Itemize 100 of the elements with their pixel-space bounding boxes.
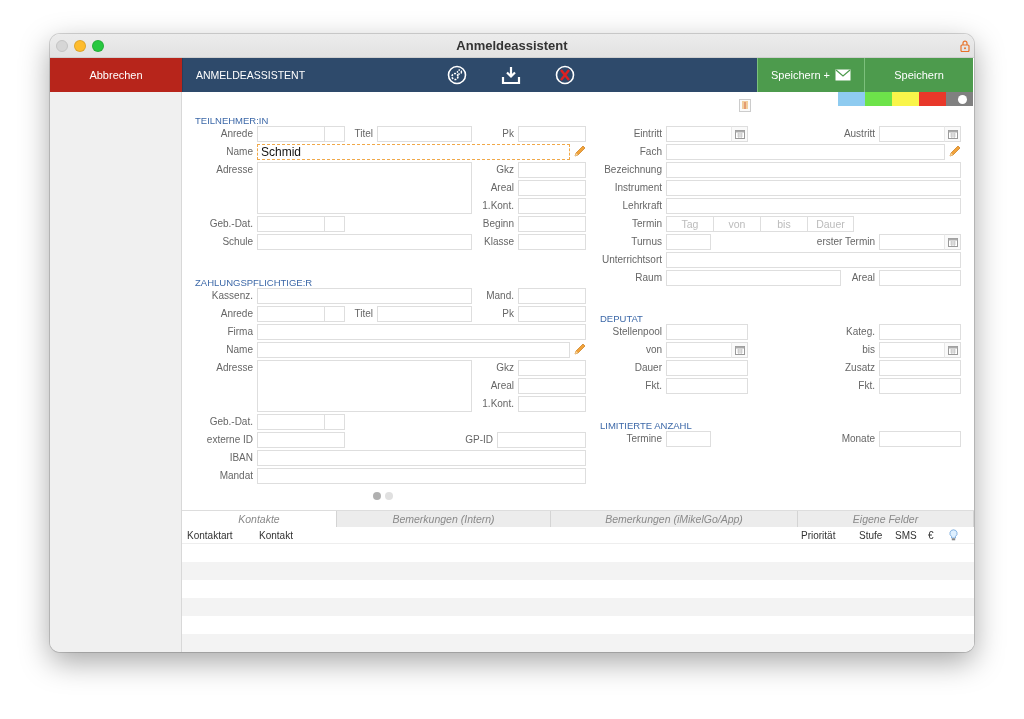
tab[interactable]: Eigene Felder [798,511,974,527]
text-field[interactable] [666,162,961,178]
field-label: von [645,343,663,357]
page-dot[interactable] [385,492,393,500]
text-field[interactable]: bis [760,216,807,232]
date-field[interactable] [879,342,945,358]
gears-button[interactable] [446,64,468,86]
field-label: Raum [635,271,663,285]
text-field[interactable] [666,252,961,268]
text-field[interactable] [879,431,961,447]
text-field[interactable] [257,126,325,142]
name-field[interactable] [257,342,570,358]
field-label: Zusatz [845,361,876,375]
field-label: Fkt. [645,379,663,393]
text-field[interactable] [666,198,961,214]
tab[interactable]: Bemerkungen (iMikelGo/App) [551,511,798,527]
download-button[interactable] [500,64,522,86]
calendar-button[interactable] [732,126,748,142]
column-header: € [928,529,934,541]
calendar-button[interactable] [945,126,961,142]
name-field[interactable]: Schmid [257,144,570,160]
suffix-field[interactable] [325,306,345,322]
calendar-button[interactable] [732,342,748,358]
text-field[interactable] [257,468,586,484]
color-tag[interactable] [946,92,973,106]
text-field[interactable] [518,360,586,376]
field-label: Areal [490,181,515,195]
text-field[interactable] [666,270,841,286]
field-label: Kateg. [846,325,876,339]
color-tag[interactable] [892,92,919,106]
text-field[interactable] [879,360,961,376]
text-field[interactable] [666,378,748,394]
field-label: Termine [626,432,663,446]
address-field[interactable] [257,162,472,214]
save-button[interactable]: Speichern [864,58,973,92]
pencil-icon[interactable] [573,343,586,356]
field-label: Adresse [216,163,254,177]
calendar-button[interactable] [945,342,961,358]
text-field[interactable] [377,306,472,322]
text-field[interactable] [518,288,586,304]
text-field[interactable] [518,396,586,412]
text-field[interactable] [879,378,961,394]
tab[interactable]: Bemerkungen (Intern) [337,511,551,527]
text-field[interactable] [518,162,586,178]
page-dot[interactable] [373,492,381,500]
date-field[interactable] [666,126,732,142]
date-field[interactable] [879,126,945,142]
text-field[interactable] [257,216,325,232]
field-label: Anrede [220,127,254,141]
text-field[interactable] [518,180,586,196]
text-field[interactable] [518,378,586,394]
text-field[interactable] [257,234,472,250]
text-field[interactable] [257,306,325,322]
text-field[interactable] [257,450,586,466]
pencil-icon[interactable] [573,145,586,158]
text-field[interactable] [666,180,961,196]
address-field[interactable] [257,360,472,412]
text-field[interactable] [666,234,711,250]
field-label: Schule [222,235,254,249]
x-circle-button[interactable] [554,64,576,86]
suffix-field[interactable] [325,414,345,430]
color-tag[interactable] [919,92,946,106]
x-circle-icon [555,65,575,85]
text-field[interactable] [518,198,586,214]
text-field[interactable] [666,324,748,340]
list-icon[interactable] [739,99,751,112]
text-field[interactable] [257,414,325,430]
cancel-button[interactable]: Abbrechen [50,58,182,92]
text-field[interactable] [257,324,586,340]
date-field[interactable] [879,234,945,250]
text-field[interactable]: Dauer [807,216,854,232]
text-field[interactable] [518,306,586,322]
section-heading: ZAHLUNGSPFLICHTIGE:R [195,277,313,289]
text-field[interactable] [518,216,586,232]
text-field[interactable] [257,432,345,448]
name-field[interactable] [666,144,945,160]
color-tag[interactable] [838,92,865,106]
text-field[interactable] [518,126,586,142]
text-field[interactable] [666,431,711,447]
text-field[interactable] [377,126,472,142]
text-field[interactable] [257,288,472,304]
text-field[interactable] [497,432,586,448]
text-field[interactable] [518,234,586,250]
pencil-icon[interactable] [948,145,961,158]
text-field[interactable]: Tag [666,216,713,232]
field-label: 1.Kont. [482,397,515,411]
field-label: Areal [851,271,876,285]
zoom-window-button[interactable] [92,39,104,52]
text-field[interactable] [879,270,961,286]
tab[interactable]: Kontakte [182,511,337,527]
calendar-button[interactable] [945,234,961,250]
suffix-field[interactable] [325,216,345,232]
text-field[interactable]: von [713,216,760,232]
text-field[interactable] [879,324,961,340]
date-field[interactable] [666,342,732,358]
text-field[interactable] [666,360,748,376]
minimize-window-button[interactable] [74,39,86,52]
save-and-mail-button[interactable]: Speichern + [757,58,864,92]
suffix-field[interactable] [325,126,345,142]
color-tag[interactable] [865,92,892,106]
